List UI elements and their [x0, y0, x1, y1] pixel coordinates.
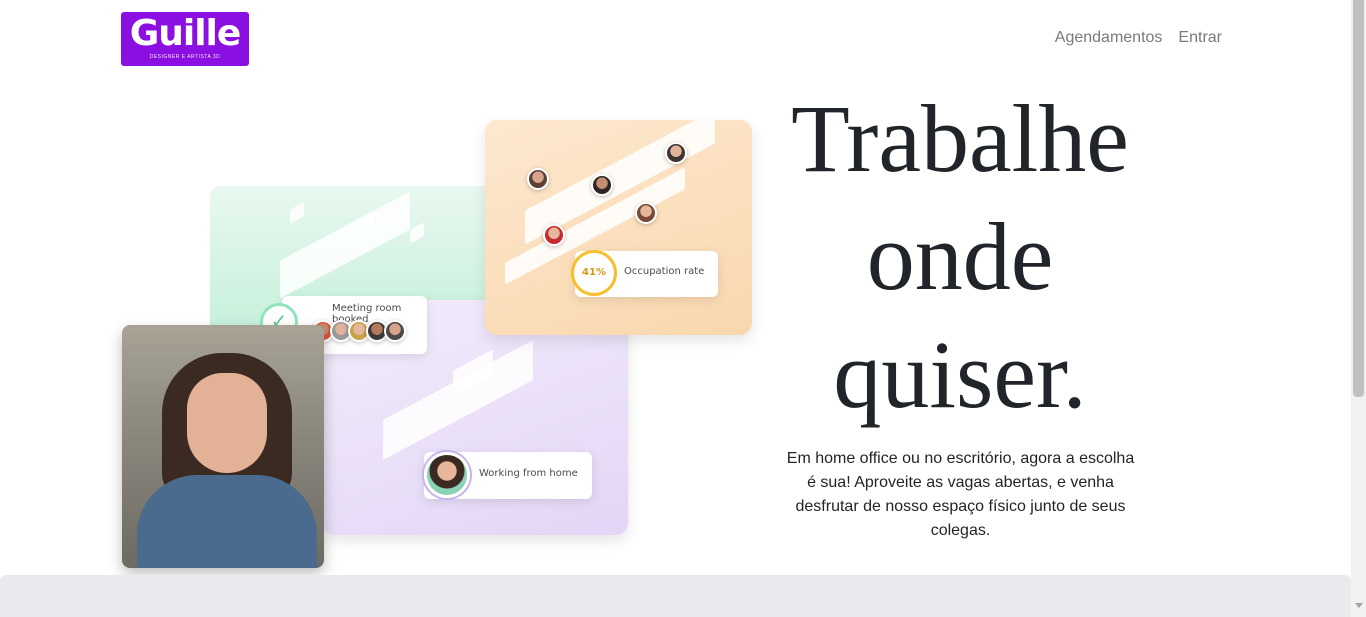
nav-link-agendamentos[interactable]: Agendamentos [1055, 28, 1163, 48]
page-scrollbar[interactable] [1351, 0, 1366, 617]
avatar [384, 320, 406, 342]
avatar [543, 224, 565, 246]
chair-shape [290, 202, 304, 224]
photo-shirt-shape [137, 475, 317, 568]
occupation-card [485, 120, 752, 335]
hero-lead: Em home office ou no escritório, agora a… [786, 450, 1135, 539]
occupation-rate-ring: 41% [571, 250, 617, 296]
hero-headline: Trabalhe onde quiser. [791, 85, 1129, 428]
avatar [424, 452, 470, 498]
hero-illustration: Occupation rate 41% Meeting room booked … [0, 0, 760, 575]
avatar [591, 174, 613, 196]
next-section [0, 575, 1351, 617]
avatar [635, 202, 657, 224]
avatar [665, 142, 687, 164]
occupation-rate-label: Occupation rate [624, 266, 705, 277]
chair-shape [410, 222, 424, 244]
woman-photo [122, 325, 324, 568]
scroll-down-arrow-icon[interactable] [1355, 603, 1363, 608]
top-nav: Agendamentos Entrar [1055, 28, 1222, 48]
nav-link-entrar[interactable]: Entrar [1178, 28, 1222, 48]
scrollbar-thumb[interactable] [1353, 0, 1364, 397]
avatar [527, 168, 549, 190]
photo-face-shape [187, 373, 267, 473]
working-from-home-label: Working from home [479, 468, 578, 479]
desk-shape [383, 340, 533, 460]
